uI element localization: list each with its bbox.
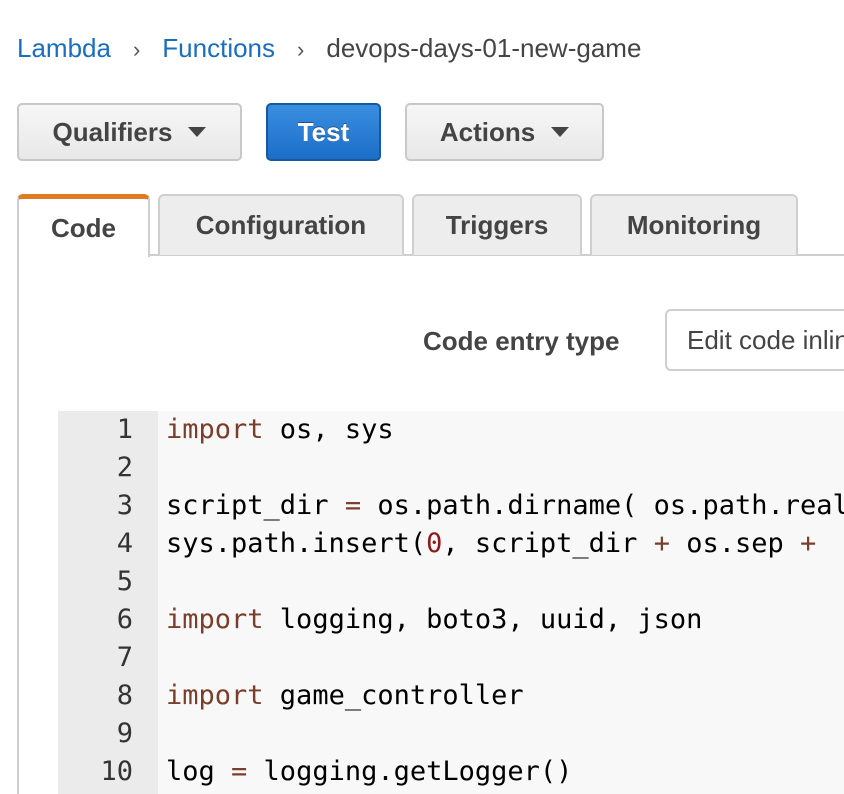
code-token: log xyxy=(166,756,232,787)
code-line[interactable]: 7 xyxy=(58,639,844,677)
number-token: 0 xyxy=(426,528,443,559)
tab-panel-border xyxy=(17,254,19,794)
code-token: os.sep xyxy=(669,528,800,559)
code-token: , script_dir xyxy=(442,528,654,559)
caret-down-icon xyxy=(188,127,207,137)
code-token: script_dir xyxy=(166,490,345,521)
line-number: 5 xyxy=(116,566,133,597)
code-line[interactable]: 9 xyxy=(58,715,844,753)
line-number: 2 xyxy=(116,452,133,483)
code-line[interactable]: 4 sys.path.insert(0, script_dir + os.sep … xyxy=(58,525,844,563)
test-label: Test xyxy=(297,116,350,147)
code-token: os.path.dirname( os.path.realpath(__file… xyxy=(377,490,844,521)
code-token: logging, boto3, uuid, json xyxy=(263,604,703,635)
code-text: import os, sys xyxy=(166,411,394,449)
line-number: 9 xyxy=(116,718,133,749)
actions-dropdown-button[interactable]: Actions xyxy=(405,103,604,161)
line-number: 3 xyxy=(116,490,133,521)
tab-bar: Code Configuration Triggers Monitoring xyxy=(17,194,844,257)
code-text: import logging, boto3, uuid, json xyxy=(166,601,702,639)
line-number: 4 xyxy=(116,528,133,559)
keyword-token: import xyxy=(166,680,264,711)
breadcrumb-current-function: devops-days-01-new-game xyxy=(326,33,642,63)
code-entry-type-label: Code entry type xyxy=(423,326,620,356)
breadcrumb: Lambda › Functions › devops-days-01-new-game xyxy=(17,30,641,68)
tab-code[interactable]: Code xyxy=(17,194,150,257)
line-number: 8 xyxy=(116,680,133,711)
breadcrumb-separator-icon: › xyxy=(297,37,305,62)
code-text: script_dir = os.path.dirname( os.path.re… xyxy=(166,487,844,525)
qualifiers-label: Qualifiers xyxy=(52,116,173,147)
code-line[interactable]: 6 import logging, boto3, uuid, json xyxy=(58,601,844,639)
code-entry-type-select[interactable]: Edit code inline xyxy=(665,309,844,371)
code-token: game_controller xyxy=(263,680,524,711)
code-line[interactable]: 1 import os, sys xyxy=(58,411,844,449)
tab-configuration[interactable]: Configuration xyxy=(158,194,404,255)
caret-down-icon xyxy=(551,127,570,137)
code-line[interactable]: 2 xyxy=(58,449,844,487)
line-number: 6 xyxy=(116,604,133,635)
qualifiers-dropdown-button[interactable]: Qualifiers xyxy=(17,103,242,161)
tab-configuration-label: Configuration xyxy=(195,210,367,240)
breadcrumb-lambda-link[interactable]: Lambda xyxy=(17,33,111,63)
keyword-token: import xyxy=(166,604,264,635)
line-number: 10 xyxy=(100,756,133,787)
code-line[interactable]: 10 log = logging.getLogger() xyxy=(58,753,844,791)
tab-triggers[interactable]: Triggers xyxy=(412,194,582,255)
tab-monitoring[interactable]: Monitoring xyxy=(590,194,798,255)
line-number: 1 xyxy=(116,414,133,445)
breadcrumb-separator-icon: › xyxy=(132,37,141,62)
breadcrumb-functions-link[interactable]: Functions xyxy=(162,33,275,63)
code-text: log = logging.getLogger() xyxy=(166,753,572,791)
operator-token: + xyxy=(800,528,817,559)
keyword-token: import xyxy=(166,414,264,445)
code-token: os, sys xyxy=(263,414,394,445)
code-line[interactable]: 5 xyxy=(58,563,844,601)
code-text: import game_controller xyxy=(166,677,524,715)
code-line[interactable]: 8 import game_controller xyxy=(58,677,844,715)
operator-token: = xyxy=(231,756,248,787)
code-token: sys.path.insert( xyxy=(166,528,427,559)
operator-token: = xyxy=(344,490,362,521)
actions-label: Actions xyxy=(439,116,536,147)
tab-monitoring-label: Monitoring xyxy=(626,210,762,240)
tab-triggers-label: Triggers xyxy=(445,210,549,240)
code-text: sys.path.insert(0, script_dir + os.sep + xyxy=(166,525,816,563)
test-button[interactable]: Test xyxy=(266,103,381,161)
code-token: logging.getLogger() xyxy=(247,756,573,787)
operator-token: + xyxy=(653,528,670,559)
code-editor[interactable]: 1 import os, sys 2 3 script_dir = os.path.di… xyxy=(58,411,844,794)
line-number: 7 xyxy=(116,642,133,673)
code-line[interactable]: 3 script_dir = os.path.dirname( os.path.r… xyxy=(58,487,844,525)
tab-code-label: Code xyxy=(51,212,116,243)
